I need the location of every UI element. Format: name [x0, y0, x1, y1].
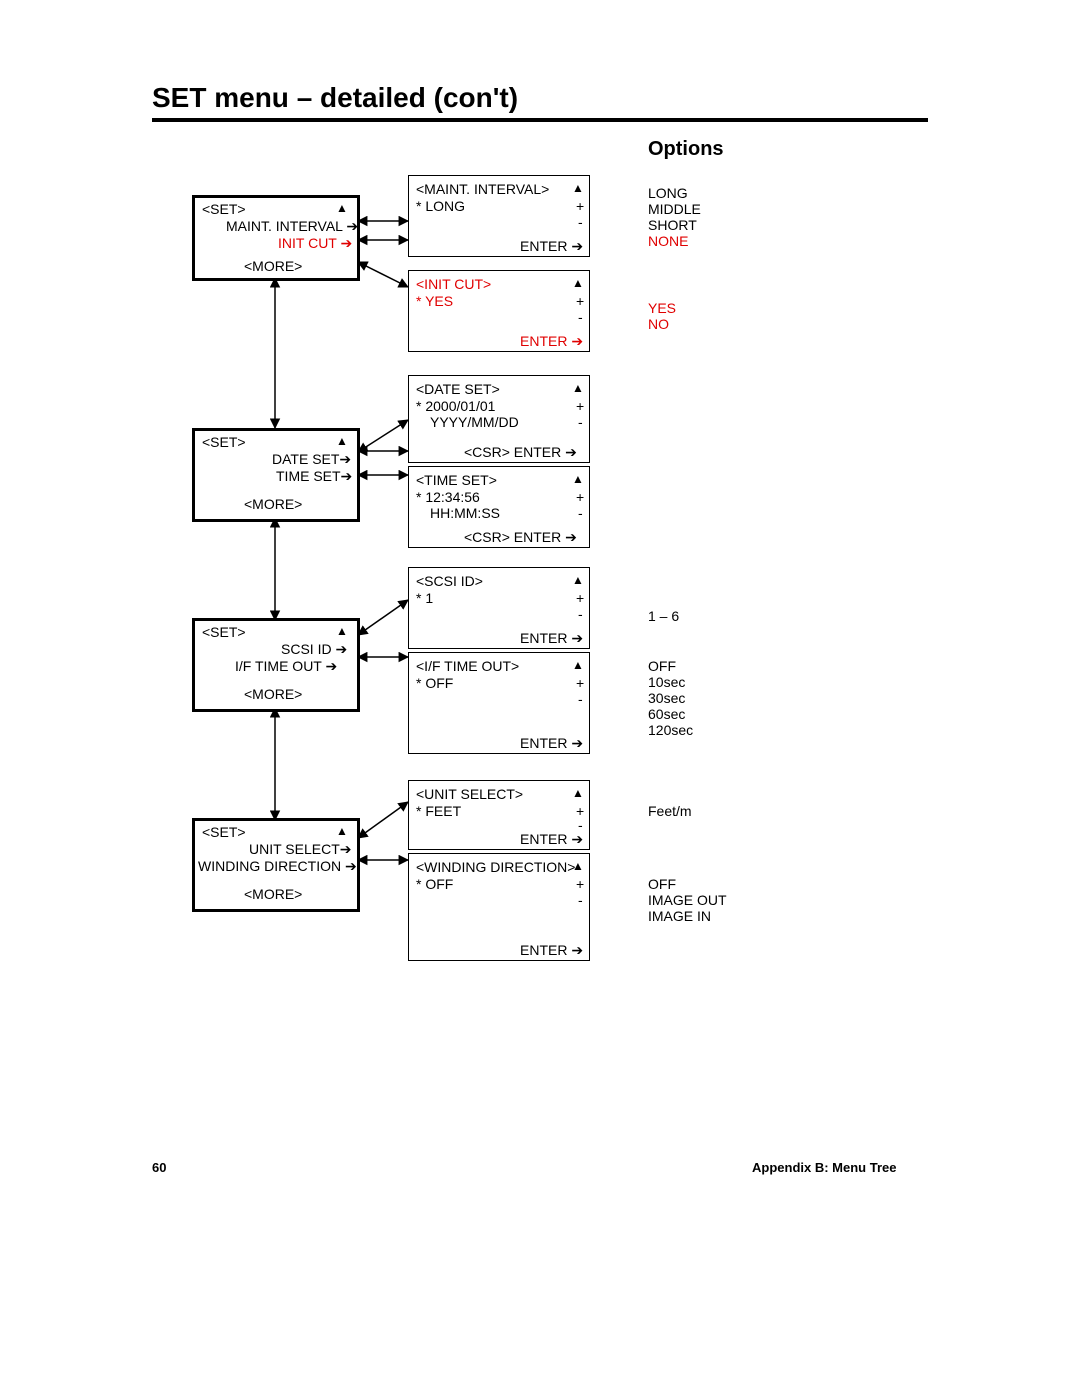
opt-wind-1: IMAGE OUT: [648, 892, 727, 908]
plus-icon: +: [576, 675, 584, 691]
maint-head: <MAINT. INTERVAL>: [416, 181, 549, 197]
footer-section: Appendix B: Menu Tree: [752, 1160, 896, 1175]
opt-unit: Feet/m: [648, 803, 692, 819]
time-enter: <CSR> ENTER ➔: [464, 529, 577, 545]
init-enter: ENTER ➔: [520, 333, 583, 349]
set-d-line2: WINDING DIRECTION ➔: [198, 858, 357, 874]
set-b-header: <SET>: [202, 434, 246, 450]
set-a-line1: MAINT. INTERVAL ➔: [226, 218, 358, 234]
wind-head: <WINDING DIRECTION>: [416, 859, 575, 875]
page-title: SET menu – detailed (con't): [152, 82, 518, 114]
scsi-head: <SCSI ID>: [416, 573, 483, 589]
wind-val: * OFF: [416, 876, 453, 892]
up-icon: ▲: [572, 276, 584, 290]
plus-icon: +: [576, 876, 584, 892]
plus-icon: +: [576, 293, 584, 309]
options-heading: Options: [648, 138, 724, 161]
unit-head: <UNIT SELECT>: [416, 786, 523, 802]
time-val: * 12:34:56: [416, 489, 480, 505]
scsi-enter: ENTER ➔: [520, 630, 583, 646]
plus-icon: +: [576, 198, 584, 214]
minus-icon: -: [578, 606, 583, 622]
ifto-val: * OFF: [416, 675, 453, 691]
minus-icon: -: [578, 505, 583, 521]
up-icon: ▲: [572, 786, 584, 800]
opt-init-1: NO: [648, 316, 669, 332]
unit-enter: ENTER ➔: [520, 831, 583, 847]
title-rule: [152, 118, 928, 122]
set-b-more: <MORE>: [244, 496, 302, 512]
date-enter: <CSR> ENTER ➔: [464, 444, 577, 460]
unit-val: * FEET: [416, 803, 461, 819]
minus-icon: -: [578, 892, 583, 908]
init-head: <INIT CUT>: [416, 276, 491, 292]
opt-maint-3: NONE: [648, 233, 688, 249]
minus-icon: -: [578, 414, 583, 430]
up-icon: ▲: [572, 472, 584, 486]
opt-ifto-3: 60sec: [648, 706, 685, 722]
opt-ifto-0: OFF: [648, 658, 676, 674]
up-icon: ▲: [572, 573, 584, 587]
set-a-header: <SET>: [202, 201, 246, 217]
opt-ifto-4: 120sec: [648, 722, 693, 738]
minus-icon: -: [578, 309, 583, 325]
set-d-more: <MORE>: [244, 886, 302, 902]
opt-wind-0: OFF: [648, 876, 676, 892]
date-fmt: YYYY/MM/DD: [430, 414, 519, 430]
set-d-header: <SET>: [202, 824, 246, 840]
up-icon: ▲: [572, 181, 584, 195]
wind-enter: ENTER ➔: [520, 942, 583, 958]
set-a-line2: INIT CUT ➔: [278, 235, 352, 251]
plus-icon: +: [576, 489, 584, 505]
minus-icon: -: [578, 214, 583, 230]
set-b-line1: DATE SET➔: [272, 451, 351, 467]
time-fmt: HH:MM:SS: [430, 505, 500, 521]
set-a-more: <MORE>: [244, 258, 302, 274]
ifto-head: <I/F TIME OUT>: [416, 658, 519, 674]
opt-wind-2: IMAGE IN: [648, 908, 711, 924]
opt-maint-1: MIDDLE: [648, 201, 701, 217]
set-b-line2: TIME SET➔: [276, 468, 352, 484]
up-icon: ▲: [336, 434, 348, 448]
set-c-line2: I/F TIME OUT ➔: [235, 658, 337, 674]
init-val: * YES: [416, 293, 453, 309]
up-icon: ▲: [572, 859, 584, 873]
up-icon: ▲: [336, 624, 348, 638]
up-icon: ▲: [336, 824, 348, 838]
page: SET menu – detailed (con't) Options <SET…: [0, 0, 1080, 1397]
opt-scsi: 1 – 6: [648, 608, 679, 624]
plus-icon: +: [576, 398, 584, 414]
scsi-val: * 1: [416, 590, 433, 606]
minus-icon: -: [578, 691, 583, 707]
set-c-more: <MORE>: [244, 686, 302, 702]
date-head: <DATE SET>: [416, 381, 500, 397]
up-icon: ▲: [572, 658, 584, 672]
time-head: <TIME SET>: [416, 472, 497, 488]
opt-ifto-1: 10sec: [648, 674, 685, 690]
ifto-enter: ENTER ➔: [520, 735, 583, 751]
up-icon: ▲: [336, 201, 348, 215]
up-icon: ▲: [572, 381, 584, 395]
maint-val: * LONG: [416, 198, 465, 214]
set-c-line1: SCSI ID ➔: [281, 641, 347, 657]
footer-page-number: 60: [152, 1160, 166, 1175]
plus-icon: +: [576, 590, 584, 606]
opt-ifto-2: 30sec: [648, 690, 685, 706]
date-val: * 2000/01/01: [416, 398, 495, 414]
set-d-line1: UNIT SELECT➔: [249, 841, 352, 857]
maint-enter: ENTER ➔: [520, 238, 583, 254]
opt-maint-0: LONG: [648, 185, 688, 201]
set-c-header: <SET>: [202, 624, 246, 640]
opt-maint-2: SHORT: [648, 217, 697, 233]
opt-init-0: YES: [648, 300, 676, 316]
